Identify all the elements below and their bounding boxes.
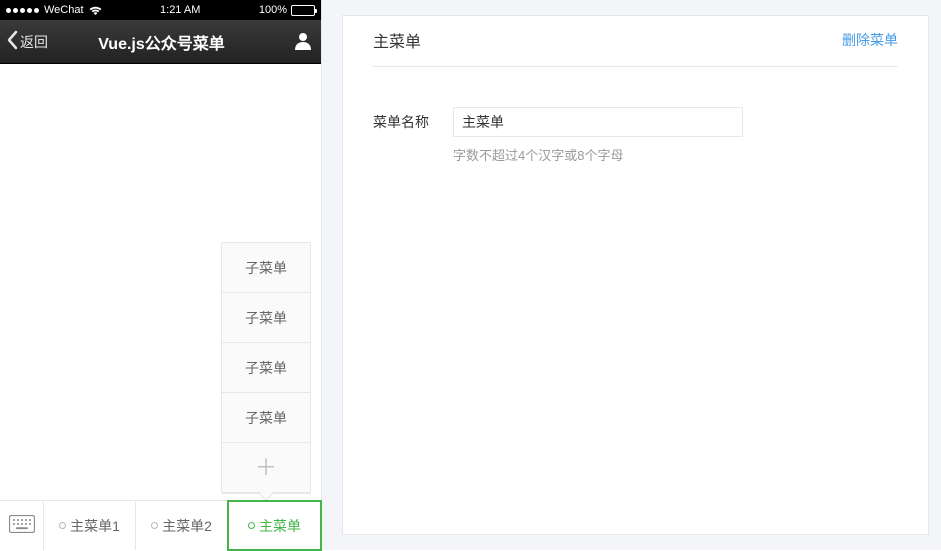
menu-tab-2[interactable]: 主菜单2 <box>136 501 228 550</box>
submenu-item[interactable]: 子菜单 <box>222 393 310 443</box>
battery-percent-label: 100% <box>259 4 287 16</box>
menu-tab-label: 主菜单1 <box>70 516 120 536</box>
submenu-item[interactable]: 子菜单 <box>222 243 310 293</box>
menu-tab-label: 主菜单2 <box>162 516 212 536</box>
submenu-popover: 子菜单 子菜单 子菜单 子菜单 ＋ <box>221 242 311 494</box>
editor-box: 主菜单 删除菜单 菜单名称 字数不超过4个汉字或8个字母 <box>342 15 929 535</box>
submenu-item[interactable]: 子菜单 <box>222 343 310 393</box>
submenu-add-button[interactable]: ＋ <box>222 443 310 493</box>
carrier-label: WeChat <box>44 4 84 16</box>
profile-icon <box>293 30 313 53</box>
delete-menu-link[interactable]: 删除菜单 <box>842 30 898 50</box>
keyboard-icon <box>9 515 35 536</box>
editor-header: 主菜单 删除菜单 <box>373 28 898 67</box>
keyboard-toggle-button[interactable] <box>0 501 44 550</box>
menu-tab-label: 主菜单 <box>259 516 301 536</box>
editor-title: 主菜单 <box>373 28 421 52</box>
status-bar: WeChat 1:21 AM 100% <box>0 0 321 20</box>
page-title: Vue.js公众号菜单 <box>48 30 275 54</box>
signal-dots-icon <box>6 8 39 13</box>
menu-name-hint: 字数不超过4个汉字或8个字母 <box>453 145 898 164</box>
phone-body: 子菜单 子菜单 子菜单 子菜单 ＋ <box>0 64 321 500</box>
menu-name-label: 菜单名称 <box>373 112 453 132</box>
submenu-indicator-icon <box>59 522 66 529</box>
menu-tab-bar: 主菜单1 主菜单2 主菜单 <box>0 500 321 550</box>
phone-preview: WeChat 1:21 AM 100% 返回 Vue.js公众号菜单 <box>0 0 322 550</box>
submenu-indicator-icon <box>151 522 158 529</box>
clock-label: 1:21 AM <box>160 4 200 16</box>
submenu-indicator-icon <box>248 522 255 529</box>
profile-button[interactable] <box>275 30 313 53</box>
menu-name-row: 菜单名称 <box>373 107 898 137</box>
battery-icon <box>291 5 315 16</box>
editor-panel: 主菜单 删除菜单 菜单名称 字数不超过4个汉字或8个字母 <box>322 0 941 550</box>
chevron-left-icon <box>6 30 18 53</box>
nav-bar: 返回 Vue.js公众号菜单 <box>0 20 321 64</box>
menu-name-input[interactable] <box>453 107 743 137</box>
submenu-item[interactable]: 子菜单 <box>222 293 310 343</box>
back-button[interactable]: 返回 <box>6 30 48 53</box>
wifi-icon <box>89 6 102 15</box>
menu-tab-3[interactable]: 主菜单 <box>227 500 322 551</box>
back-label: 返回 <box>20 32 48 52</box>
menu-tab-1[interactable]: 主菜单1 <box>44 501 136 550</box>
